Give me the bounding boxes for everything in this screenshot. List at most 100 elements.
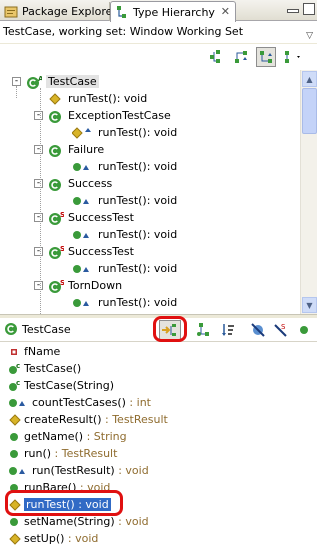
tree-node-label: runTest() <box>98 126 147 139</box>
member-label: run() : TestResult <box>24 447 118 460</box>
class-icon <box>48 177 64 191</box>
history-icon <box>285 51 300 63</box>
member-label: countTestCases() : int <box>32 396 151 409</box>
member-item[interactable]: run() : TestResult <box>8 445 117 462</box>
vertical-scrollbar[interactable]: ▲ ▼ <box>300 70 317 314</box>
tree-node-class[interactable]: S TornDown <box>48 277 122 294</box>
scroll-up-icon[interactable]: ▲ <box>302 71 317 87</box>
member-item[interactable]: countTestCases() : int <box>8 394 151 411</box>
tree-node-label: Failure <box>68 143 105 156</box>
collapse-icon[interactable]: - <box>34 247 43 256</box>
scroll-down-icon[interactable]: ▼ <box>302 297 317 313</box>
inherited-members-icon <box>197 323 209 336</box>
tree-node-method[interactable]: runTest() : void <box>72 192 177 209</box>
tab-type-hierarchy[interactable]: Type Hierarchy ✕ <box>110 1 236 22</box>
tree-node-return-type: : void <box>146 296 178 309</box>
lock-view-highlight <box>153 316 187 342</box>
class-icon <box>48 109 64 123</box>
show-supertype-hierarchy-button[interactable] <box>231 47 251 67</box>
member-label: setName(String) : void <box>24 515 149 528</box>
tree-node-class[interactable]: S SuccessTest <box>48 209 134 226</box>
member-item[interactable]: fName <box>8 343 60 360</box>
member-item[interactable]: createResult() : TestResult <box>8 411 168 428</box>
sort-icon <box>222 324 234 336</box>
maximize-icon[interactable] <box>303 3 315 15</box>
content-description-bar: TestCase, working set: Window Working Se… <box>0 22 317 44</box>
method-icon <box>72 160 94 174</box>
tree-node-label: runTest() <box>68 92 117 105</box>
member-label: run(TestResult) : void <box>32 464 149 477</box>
hierarchy-tree[interactable]: A TestCase - runTest() : void ExceptionTestC… <box>0 70 300 314</box>
method-icon <box>8 515 22 529</box>
member-item[interactable]: c TestCase(String) <box>8 377 114 394</box>
constructor-icon: c <box>8 379 22 393</box>
hide-non-public-button[interactable] <box>293 320 315 340</box>
show-inherited-members-button[interactable] <box>193 320 215 340</box>
tree-node-class[interactable]: Failure <box>48 141 104 158</box>
collapse-icon[interactable]: - <box>34 111 43 120</box>
tree-connector <box>16 86 17 98</box>
sort-members-button[interactable] <box>217 320 239 340</box>
tree-node-label: runTest() <box>98 160 147 173</box>
tree-node-return-type: : void <box>146 126 178 139</box>
collapse-icon[interactable]: - <box>34 213 43 222</box>
supertype-hierarchy-icon <box>235 51 247 63</box>
collapse-icon[interactable]: - <box>34 281 43 290</box>
member-item[interactable]: getName() : String <box>8 428 127 445</box>
selected-method-highlight <box>5 490 123 516</box>
member-label: fName <box>24 345 61 358</box>
show-subtype-hierarchy-button[interactable] <box>256 47 276 67</box>
hide-static-members-button[interactable]: S <box>270 320 292 340</box>
tree-node-method[interactable]: runTest() : void <box>71 124 178 141</box>
tree-node-method[interactable]: runTest() : void <box>72 158 177 175</box>
tab-package-explorer[interactable]: Package Explorer <box>0 2 117 21</box>
field-icon <box>8 345 22 359</box>
collapse-icon[interactable]: - <box>34 145 43 154</box>
close-icon[interactable]: ✕ <box>221 5 230 18</box>
method-icon <box>72 262 94 276</box>
svg-text:A: A <box>38 75 42 83</box>
method-icon <box>48 92 64 106</box>
tree-node-method[interactable]: runTest() : void <box>72 260 177 277</box>
hide-static-icon: S <box>274 323 287 337</box>
constructor-icon: c <box>8 362 22 376</box>
class-icon: S <box>48 211 65 225</box>
class-icon: S <box>48 245 65 259</box>
view-menu-icon[interactable]: ▽ <box>306 26 313 46</box>
hide-fields-button[interactable] <box>247 320 269 340</box>
collapse-icon[interactable]: - <box>34 179 43 188</box>
tree-node-method[interactable]: runTest() : void <box>72 294 177 311</box>
method-icon <box>71 126 94 140</box>
type-hierarchy-icon <box>210 50 220 63</box>
show-type-hierarchy-button[interactable] <box>206 47 226 67</box>
tree-node-label: ExceptionTestCase <box>68 109 171 122</box>
tree-node-return-type: : void <box>146 262 178 275</box>
package-explorer-icon <box>4 5 18 19</box>
tree-node-class[interactable]: S SuccessTest <box>48 243 134 260</box>
member-item[interactable]: run(TestResult) : void <box>8 462 149 479</box>
tree-node-label: runTest() <box>98 262 147 275</box>
members-title: TestCase <box>4 322 71 336</box>
method-icon <box>72 296 94 310</box>
member-label: setUp() : void <box>24 532 99 545</box>
tree-node-class[interactable]: Success <box>48 175 112 192</box>
member-item[interactable]: c TestCase() <box>8 360 81 377</box>
method-icon <box>72 194 94 208</box>
tree-node-class[interactable]: ExceptionTestCase <box>48 107 171 124</box>
minimize-icon[interactable] <box>287 9 299 13</box>
tree-node-label: TestCase <box>46 75 99 88</box>
scroll-thumb[interactable] <box>302 88 317 134</box>
member-item[interactable]: setUp() : void <box>8 530 98 547</box>
tree-node-label: runTest() <box>98 296 147 309</box>
method-icon <box>8 413 22 427</box>
tree-node-label: TornDown <box>68 279 123 292</box>
tree-node-method[interactable]: runTest() : void <box>48 90 147 107</box>
collapse-icon[interactable]: - <box>12 77 21 86</box>
history-dropdown-button[interactable] <box>281 47 305 67</box>
tree-node-method[interactable]: runTest() : void <box>72 226 177 243</box>
method-icon <box>8 430 22 444</box>
class-icon: S <box>48 279 65 293</box>
method-icon <box>8 396 30 410</box>
tree-node-return-type: : void <box>146 194 178 207</box>
tree-node-class[interactable]: A TestCase <box>26 73 99 90</box>
